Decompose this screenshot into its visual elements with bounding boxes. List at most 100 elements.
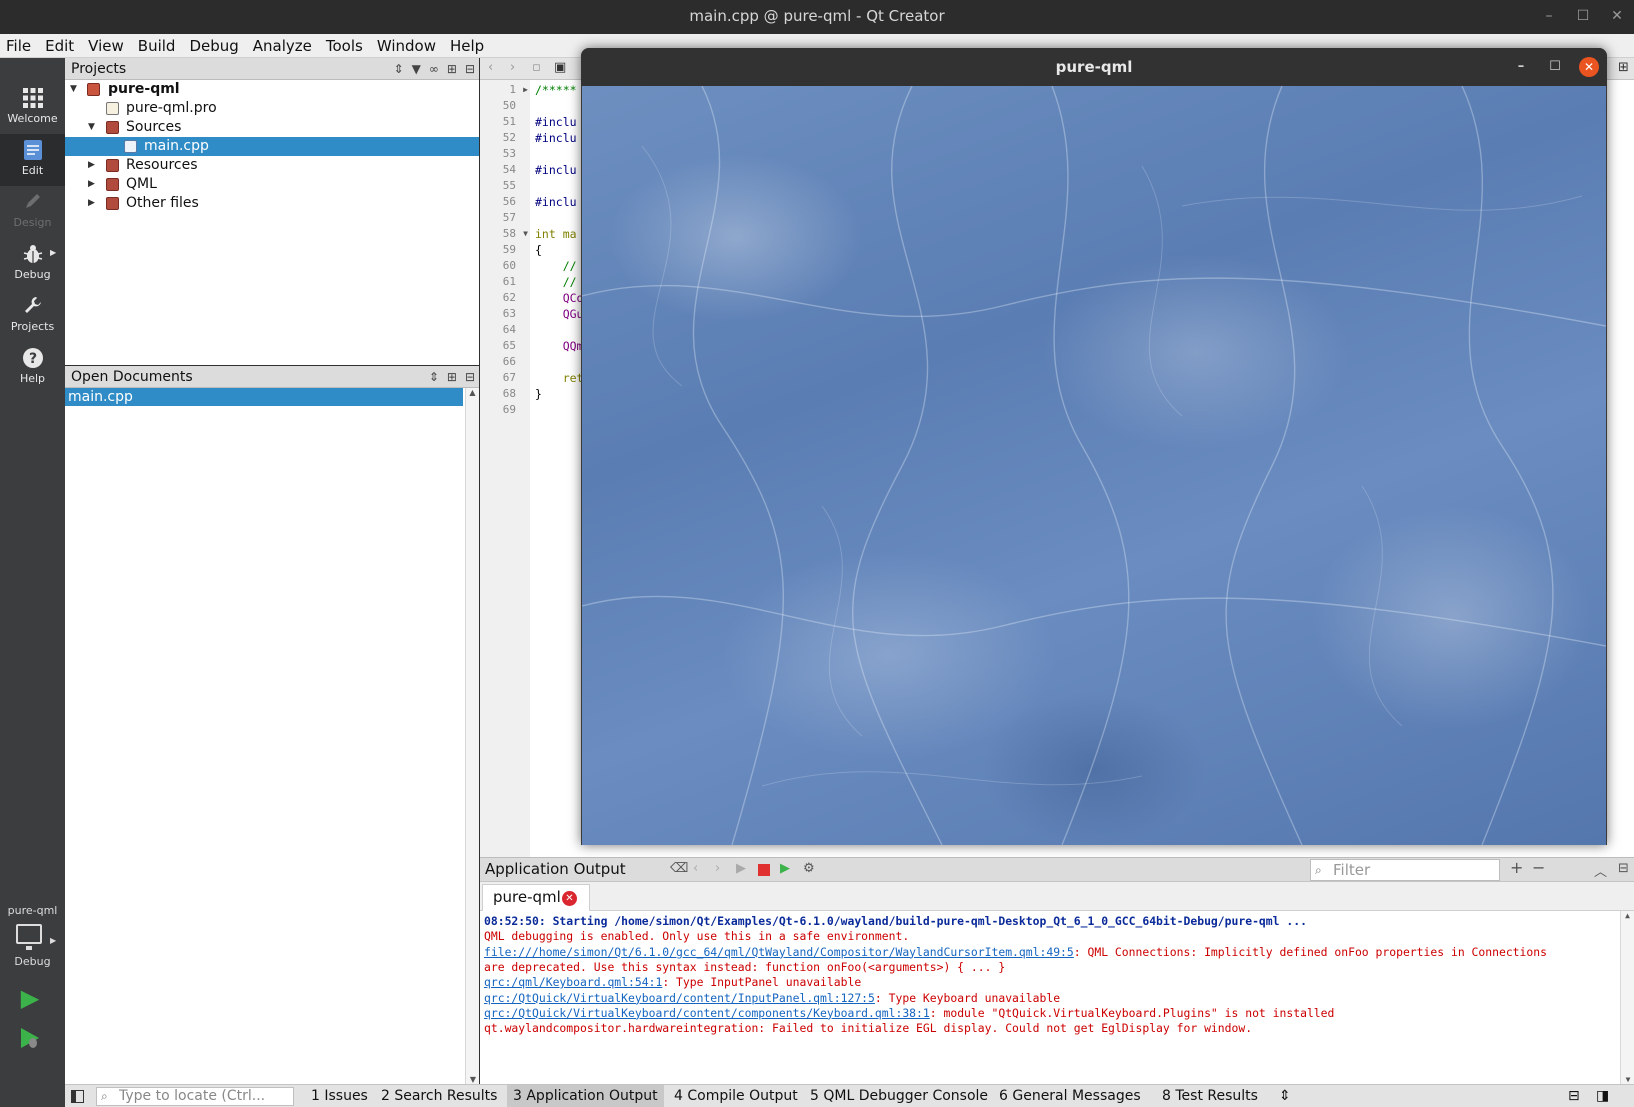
attach-debugger-icon[interactable]: ▶	[780, 861, 790, 876]
scroll-down-icon[interactable]: ▼	[1621, 1075, 1634, 1084]
mode-help[interactable]: ? Help	[0, 342, 65, 394]
more-panes-icon[interactable]: ⇕	[1273, 1085, 1297, 1107]
collapse-arrow-icon[interactable]: ▼	[88, 118, 95, 137]
scrollbar[interactable]: ▲ ▼	[1620, 911, 1634, 1084]
qml-window-titlebar[interactable]: pure-qml – ☐ ✕	[581, 48, 1607, 86]
mode-welcome[interactable]: Welcome	[0, 82, 65, 134]
line-number-gutter: 1 ▶ 50 51 52 53 54 55 56 57 58 ▼ 59 60 61 62 63 64 65 66 67 6…	[480, 80, 530, 860]
close-panel-icon[interactable]: ⊟	[465, 366, 475, 388]
filter-icon[interactable]: ▼	[412, 58, 421, 80]
close-icon[interactable]: ✕	[1579, 57, 1599, 77]
expand-arrow-icon: ▶	[50, 936, 57, 945]
output-line: qrc:/QtQuick/VirtualKeyboard/content/Inp…	[484, 990, 1060, 1006]
toggle-sidebar-icon[interactable]	[71, 1090, 84, 1103]
tree-item-qml[interactable]: ▶ QML	[65, 175, 479, 194]
pane-button-general-messages[interactable]: 6 General Messages	[993, 1085, 1147, 1107]
tree-item-resources[interactable]: ▶ Resources	[65, 156, 479, 175]
scroll-up-icon[interactable]: ▲	[466, 388, 479, 397]
minimize-icon[interactable]: –	[1511, 57, 1531, 77]
qml-app-window[interactable]: pure-qml – ☐ ✕	[581, 48, 1607, 845]
mode-edit[interactable]: Edit	[0, 134, 65, 186]
next-icon[interactable]: ›	[715, 861, 720, 876]
menu-analyze[interactable]: Analyze	[251, 37, 318, 55]
open-document-item[interactable]: main.cpp	[65, 388, 463, 406]
output-tab[interactable]: pure-qml ✕	[482, 884, 590, 911]
window-controls: – ☐ ✕	[1532, 0, 1634, 34]
tree-item-other-files[interactable]: ▶ Other files	[65, 194, 479, 213]
menu-build[interactable]: Build	[136, 37, 182, 55]
qt-creator-screen: main.cpp @ pure-qml - Qt Creator – ☐ ✕ F…	[0, 0, 1634, 1107]
maximize-icon[interactable]: ☐	[1545, 57, 1565, 77]
zoom-out-icon[interactable]: −	[1532, 858, 1545, 877]
link-icon[interactable]: ∞	[429, 58, 439, 80]
zoom-in-icon[interactable]: +	[1510, 858, 1523, 877]
tree-item-main-cpp[interactable]: main.cpp	[65, 137, 479, 156]
output-source-link[interactable]: file:///home/simon/Qt/6.1.0/gcc_64/qml/Q…	[484, 945, 1074, 959]
close-icon[interactable]: ✕	[1600, 0, 1634, 34]
run-icon[interactable]: ▶	[18, 986, 42, 1010]
output-tab-bar: pure-qml ✕	[480, 882, 1634, 911]
tree-item-sources[interactable]: ▼ Sources	[65, 118, 479, 137]
forward-icon[interactable]: ›	[510, 60, 515, 75]
previous-icon[interactable]: ‹	[693, 861, 698, 876]
line-number: 61	[502, 275, 516, 288]
maximize-icon[interactable]: ☐	[1566, 0, 1600, 34]
fold-marker-icon[interactable]: ▶	[523, 85, 528, 94]
folder-icon	[106, 197, 119, 210]
sort-icon[interactable]: ⇕	[429, 366, 439, 388]
menu-debug[interactable]: Debug	[187, 37, 244, 55]
menu-window[interactable]: Window	[375, 37, 442, 55]
stop-icon[interactable]	[758, 864, 770, 876]
menu-view[interactable]: View	[86, 37, 130, 55]
expand-arrow-icon[interactable]: ▶	[88, 175, 95, 194]
pane-button-test-results[interactable]: 8 Test Results	[1156, 1085, 1264, 1107]
toggle-right-sidebar-icon[interactable]: ◨	[1590, 1085, 1615, 1107]
scroll-up-icon[interactable]: ▲	[1621, 911, 1634, 920]
output-source-link[interactable]: qrc:/QtQuick/VirtualKeyboard/content/Inp…	[484, 991, 875, 1005]
pane-button-application-output[interactable]: 3 Application Output	[507, 1085, 664, 1107]
mode-design[interactable]: Design	[0, 186, 65, 238]
expand-arrow-icon[interactable]: ▶	[88, 156, 95, 175]
output-source-link[interactable]: qrc:/qml/Keyboard.qml:54:1	[484, 975, 662, 989]
expand-arrow-icon[interactable]: ▶	[88, 194, 95, 213]
scroll-down-icon[interactable]: ▼	[466, 1075, 480, 1084]
split-icon[interactable]: ⊞	[1618, 60, 1629, 75]
minimize-icon[interactable]: –	[1532, 0, 1566, 34]
document-icon	[0, 134, 65, 164]
scrollbar[interactable]: ▲ ▼	[465, 388, 479, 1084]
pane-button-compile-output[interactable]: 4 Compile Output	[668, 1085, 804, 1107]
menu-help[interactable]: Help	[448, 37, 490, 55]
sort-icon[interactable]: ⇕	[394, 58, 404, 80]
fold-marker-icon[interactable]: ▼	[523, 229, 528, 238]
tree-item-pro-file[interactable]: pure-qml.pro	[65, 99, 479, 118]
close-panel-icon[interactable]: ⊟	[465, 58, 475, 80]
progress-toggle-icon[interactable]: ⊟	[1562, 1085, 1586, 1107]
menu-tools[interactable]: Tools	[324, 37, 369, 55]
close-pane-icon[interactable]: ⊟	[1618, 861, 1629, 876]
collapse-arrow-icon[interactable]: ▼	[70, 80, 77, 99]
back-icon[interactable]: ‹	[488, 60, 493, 75]
code-line: QCo	[535, 291, 584, 305]
tree-item-pure-qml[interactable]: ▼ pure-qml	[65, 80, 479, 99]
rerun-icon[interactable]: ▶	[736, 861, 746, 876]
split-icon[interactable]: ⊞	[447, 366, 457, 388]
split-icon[interactable]: ⊞	[447, 58, 457, 80]
pane-button-qml-debugger-console[interactable]: 5 QML Debugger Console	[804, 1085, 994, 1107]
code-line: #inclu	[535, 163, 577, 177]
pane-button-issues[interactable]: 1 Issues	[305, 1085, 374, 1107]
close-tab-icon[interactable]: ✕	[562, 891, 577, 906]
output-filter-input[interactable]: ⌕ Filter	[1310, 859, 1500, 881]
debug-run-icon[interactable]	[18, 1026, 42, 1050]
clear-output-icon[interactable]: ⌫	[670, 861, 688, 876]
menu-file[interactable]: File	[4, 37, 37, 55]
settings-icon[interactable]: ⚙	[803, 861, 815, 876]
monitor-icon[interactable]	[16, 924, 42, 950]
mode-projects[interactable]: Projects	[0, 290, 65, 342]
pane-button-search-results[interactable]: 2 Search Results	[375, 1085, 503, 1107]
locator-input[interactable]: ⌕ Type to locate (Ctrl...	[96, 1087, 294, 1106]
output-source-link[interactable]: qrc:/QtQuick/VirtualKeyboard/content/com…	[484, 1006, 930, 1020]
line-number: 50	[502, 99, 516, 112]
mode-debug[interactable]: Debug ▶	[0, 238, 65, 290]
collapse-pane-icon[interactable]: ︿	[1594, 861, 1607, 880]
menu-edit[interactable]: Edit	[43, 37, 80, 55]
